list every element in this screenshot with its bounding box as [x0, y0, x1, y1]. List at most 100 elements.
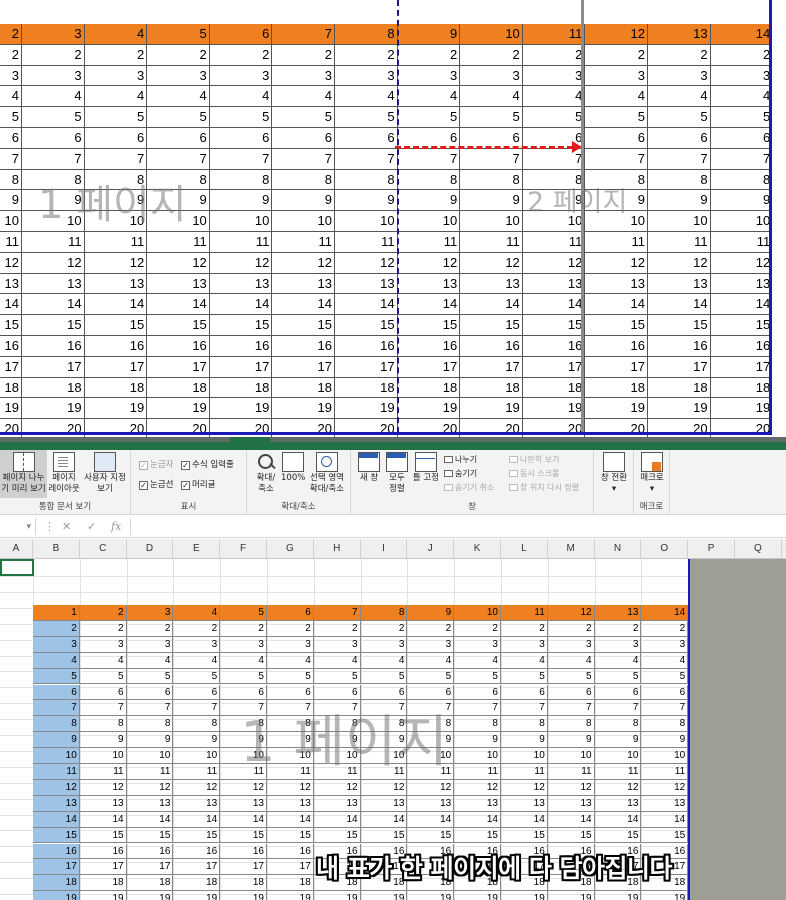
table-cell[interactable]: 3 — [594, 636, 642, 653]
table-cell[interactable]: 15 — [547, 827, 595, 844]
table-cell[interactable]: 11 — [0, 232, 22, 253]
table-cell[interactable]: 16 — [267, 843, 314, 860]
table-cell[interactable]: 19 — [173, 891, 221, 900]
insert-function-icon[interactable]: fx — [111, 519, 121, 534]
table-cell[interactable]: 17 — [22, 356, 85, 378]
table-cell[interactable]: 10 — [0, 211, 22, 232]
table-cell[interactable]: 13 — [710, 273, 774, 295]
table-cell[interactable]: 15 — [173, 827, 221, 844]
table-cell[interactable]: 6 — [594, 684, 642, 701]
table-cell[interactable]: 16 — [335, 336, 398, 357]
table-cell[interactable]: 2 — [79, 620, 127, 637]
table-cell[interactable]: 6 — [641, 684, 689, 701]
table-cell[interactable]: 18 — [79, 875, 127, 892]
table-cell[interactable]: 16 — [0, 336, 22, 357]
column-header-f[interactable]: F — [220, 539, 267, 559]
table-cell[interactable]: 4 — [335, 86, 398, 108]
table-cell[interactable]: 15 — [335, 315, 398, 336]
table-cell[interactable]: 6 — [173, 684, 221, 701]
table-cell[interactable]: 4 — [267, 652, 314, 669]
table-cell[interactable]: 18 — [126, 875, 174, 892]
table-cell[interactable]: 7 — [501, 700, 548, 717]
table-cell[interactable]: 7 — [22, 148, 85, 170]
table-cell[interactable]: 2 — [173, 620, 221, 637]
table-cell[interactable]: 4 — [33, 652, 80, 669]
table-cell[interactable]: 12 — [267, 779, 314, 796]
gridlines-checkbox[interactable]: ✓ 눈금선 — [139, 479, 173, 491]
table-cell[interactable]: 6 — [454, 684, 501, 701]
table-cell[interactable]: 8 — [272, 169, 335, 191]
cancel-icon[interactable]: ✕ — [62, 519, 71, 534]
table-cell[interactable]: 8 — [79, 716, 127, 733]
table-cell[interactable]: 9 — [173, 732, 221, 749]
reset-window-position-button[interactable]: 창 위치 다시 정렬 — [509, 482, 579, 493]
table-cell[interactable]: 13 — [209, 273, 273, 295]
table-cell[interactable]: 3 — [313, 636, 361, 653]
table-cell[interactable]: 5 — [84, 107, 148, 128]
synchronous-scroll-button[interactable]: 동시 스크롤 — [509, 468, 559, 479]
table-cell[interactable]: 14 — [84, 294, 148, 316]
table-cell[interactable]: 12 — [220, 779, 267, 796]
table-cell[interactable]: 2 — [522, 44, 586, 66]
table-cell[interactable]: 15 — [397, 315, 461, 336]
formula-input[interactable] — [130, 518, 786, 535]
table-cell[interactable]: 13 — [126, 795, 174, 812]
table-cell[interactable]: 18 — [585, 377, 648, 399]
table-cell[interactable]: 7 — [335, 148, 398, 170]
table-cell[interactable]: 14 — [335, 294, 398, 316]
table-cell[interactable]: 15 — [522, 315, 586, 336]
table-cell[interactable]: 2 — [84, 44, 148, 66]
switch-windows-button[interactable]: 창 전환 ▾ — [596, 452, 632, 495]
table-cell[interactable]: 4 — [272, 86, 335, 108]
table-cell[interactable]: 11 — [594, 764, 642, 780]
table-cell[interactable]: 12 — [407, 779, 455, 796]
table-cell[interactable]: 10 — [454, 748, 501, 764]
table-cell[interactable]: 16 — [173, 843, 221, 860]
split-button[interactable]: 나누기 — [444, 454, 477, 465]
table-cell[interactable]: 10 — [547, 748, 595, 764]
table-cell[interactable]: 3 — [648, 65, 711, 87]
column-header-o[interactable]: O — [641, 539, 689, 559]
table-cell[interactable]: 12 — [460, 252, 523, 274]
table-cell[interactable]: 3 — [460, 65, 523, 87]
table-cell[interactable]: 19 — [648, 398, 711, 420]
table-cell[interactable]: 7 — [594, 700, 642, 717]
table-cell[interactable]: 11 — [79, 764, 127, 780]
table-cell[interactable]: 13 — [641, 795, 689, 812]
table-cell[interactable]: 8 — [641, 716, 689, 733]
view-side-by-side-button[interactable]: 나란히 보기 — [509, 454, 559, 465]
table-cell[interactable]: 17 — [173, 859, 221, 876]
table-cell[interactable]: 19 — [397, 398, 461, 420]
table-cell[interactable]: 14 — [648, 294, 711, 316]
table-cell[interactable]: 4 — [360, 652, 408, 669]
table-cell[interactable]: 2 — [22, 44, 85, 66]
table-cell[interactable]: 7 — [0, 148, 22, 170]
table-cell[interactable]: 4 — [147, 86, 210, 108]
table-cell[interactable]: 13 — [79, 795, 127, 812]
table-cell[interactable]: 12 — [648, 252, 711, 274]
table-cell[interactable]: 10 — [501, 748, 548, 764]
table-cell[interactable]: 6 — [209, 128, 273, 149]
table-cell[interactable]: 6 — [33, 684, 80, 701]
table-cell[interactable]: 18 — [33, 875, 80, 892]
table-cell[interactable]: 11 — [522, 232, 586, 253]
table-cell[interactable]: 2 — [641, 620, 689, 637]
table-cell[interactable]: 18 — [397, 377, 461, 399]
table-cell[interactable]: 9 — [547, 732, 595, 749]
table-cell[interactable]: 12 — [397, 252, 461, 274]
table-cell[interactable]: 3 — [147, 65, 210, 87]
table-cell[interactable]: 7 — [641, 700, 689, 717]
table-cell[interactable]: 14 — [79, 811, 127, 828]
table-cell[interactable]: 5 — [585, 107, 648, 128]
table-cell[interactable]: 9 — [0, 190, 22, 212]
table-cell[interactable]: 11 — [585, 232, 648, 253]
column-header-b[interactable]: B — [33, 539, 80, 559]
table-cell[interactable]: 15 — [84, 315, 148, 336]
table-cell[interactable]: 8 — [397, 169, 461, 191]
column-header-q[interactable]: Q — [735, 539, 782, 559]
table-cell[interactable]: 9 — [594, 732, 642, 749]
table-cell[interactable]: 3 — [272, 65, 335, 87]
table-cell[interactable]: 6 — [79, 684, 127, 701]
table-cell[interactable]: 18 — [147, 377, 210, 399]
table-cell[interactable]: 8 — [209, 169, 273, 191]
